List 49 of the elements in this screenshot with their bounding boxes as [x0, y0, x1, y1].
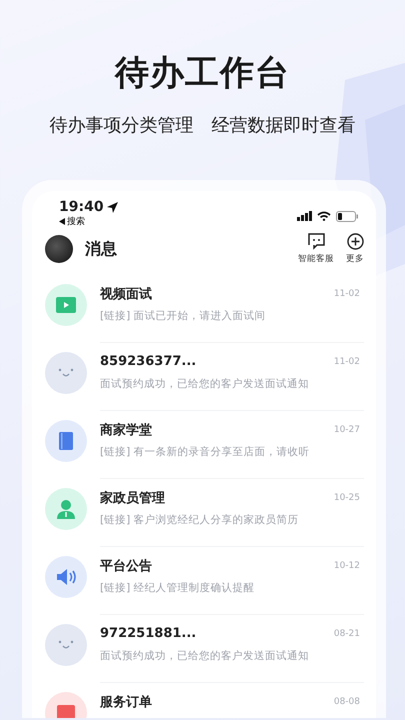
message-title: 972251881...: [100, 626, 196, 641]
message-title: 视频面试: [100, 286, 152, 302]
message-preview: 面试预约成功，已给您的客户发送面试通知: [100, 377, 310, 391]
add-icon: [346, 233, 364, 250]
message-date: 11-02: [334, 356, 361, 366]
smiley-icon: [58, 368, 74, 378]
avatar[interactable]: [45, 235, 73, 263]
message-item[interactable]: 视频面试 11-02 [链接] 面试已开始，请进入面试间: [45, 275, 364, 343]
message-date: 11-02: [334, 288, 361, 298]
person-icon: [56, 499, 76, 519]
play-icon: [56, 297, 76, 313]
message-date: 08-08: [334, 696, 361, 706]
message-item[interactable]: 家政员管理 10-25 [链接] 客户浏览经纪人分享的家政员简历: [45, 479, 364, 547]
message-date: 08-21: [334, 628, 361, 638]
message-title: 平台公告: [100, 558, 152, 574]
smiley-icon: [58, 640, 74, 650]
location-arrow-icon: [106, 202, 118, 212]
message-date: 10-27: [334, 424, 361, 434]
message-title: 服务订单: [100, 694, 152, 710]
back-link[interactable]: 搜索: [59, 215, 118, 228]
message-title: 商家学堂: [100, 422, 152, 438]
status-time: 19:40: [59, 199, 104, 215]
message-preview: [链接] 面试已开始，请进入面试间: [100, 309, 267, 323]
chat-icon: [308, 233, 324, 250]
message-item[interactable]: 商家学堂 10-27 [链接] 有一条新的录音分享至店面，请收听: [45, 411, 364, 479]
speaker-icon: [55, 568, 77, 586]
message-item[interactable]: 平台公告 10-12 [链接] 经纪人管理制度确认提醒: [45, 547, 364, 615]
battery-icon: [336, 210, 358, 222]
message-preview: [链接] 经纪人管理制度确认提醒: [100, 581, 256, 595]
back-triangle-icon: [59, 218, 65, 225]
tagline: 待办事项分类管理: [50, 114, 194, 138]
promo-title: 待办工作台: [115, 52, 290, 94]
wifi-icon: [317, 211, 331, 221]
message-preview: 面试预约成功，已给您的客户发送面试通知: [100, 649, 310, 663]
signal-icon: [297, 211, 312, 221]
page-title: 消息: [85, 238, 118, 260]
message-date: 10-25: [334, 492, 361, 502]
message-item[interactable]: 859236377... 11-02 面试预约成功，已给您的客户发送面试通知: [45, 343, 364, 411]
tagline: 经营数据即时查看: [212, 114, 356, 138]
message-title: 859236377...: [100, 354, 196, 369]
header-action[interactable]: 智能客服: [298, 233, 334, 265]
message-preview: [链接] 有一条新的录音分享至店面，请收听: [100, 445, 311, 459]
message-item[interactable]: 服务订单 08-08: [45, 683, 364, 718]
message-title: 家政员管理: [100, 490, 165, 506]
message-date: 10-12: [334, 560, 361, 570]
header-action[interactable]: 更多: [346, 233, 364, 265]
message-preview: [链接] 客户浏览经纪人分享的家政员简历: [100, 513, 300, 527]
message-item[interactable]: 972251881... 08-21 面试预约成功，已给您的客户发送面试通知: [45, 615, 364, 683]
book-icon: [59, 432, 73, 450]
